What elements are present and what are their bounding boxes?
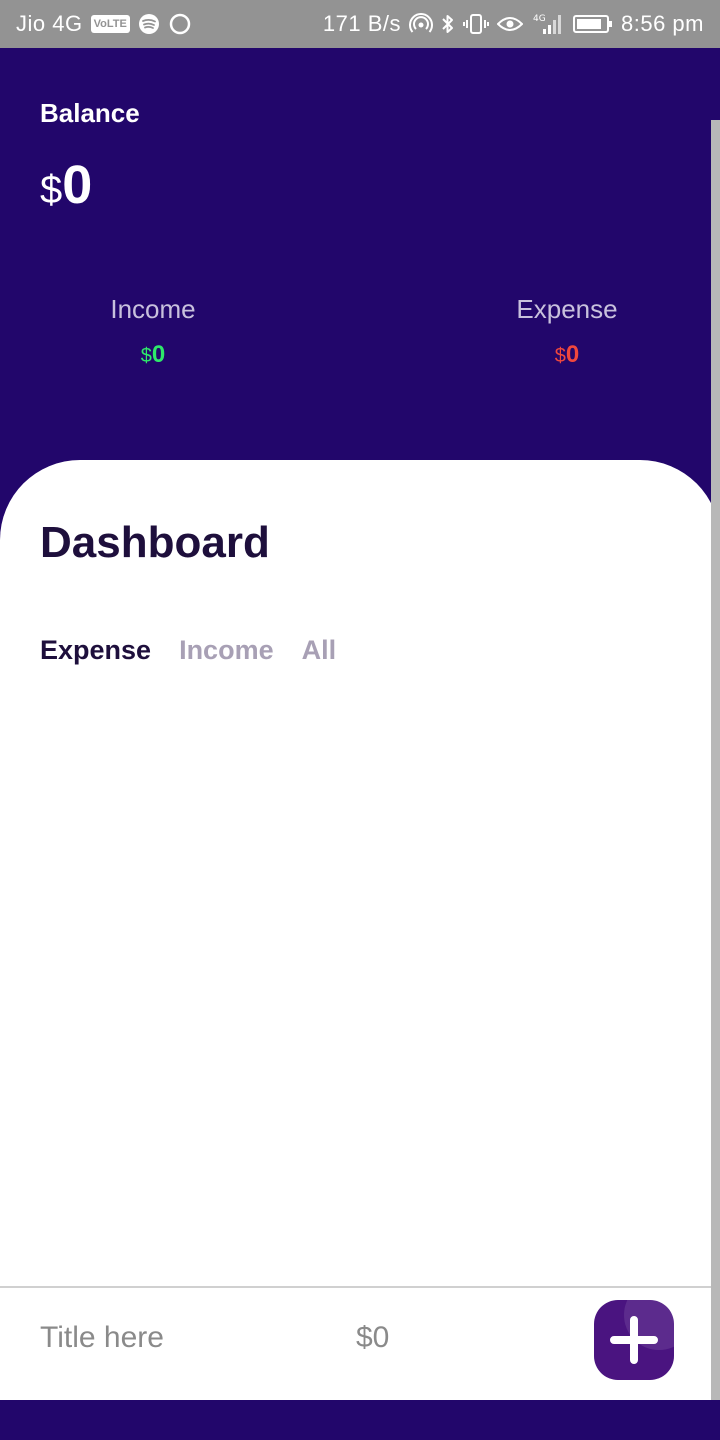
income-summary: Income $ 0: [53, 294, 253, 369]
status-left: Jio 4G VoLTE: [16, 11, 192, 37]
dashboard-title: Dashboard: [40, 518, 270, 567]
title-input[interactable]: [40, 1316, 320, 1360]
status-time: 8:56 pm: [621, 11, 704, 36]
tab-expense[interactable]: Expense: [40, 635, 151, 666]
tab-all[interactable]: All: [302, 635, 337, 666]
entry-row: [0, 1288, 720, 1400]
bluetooth-icon: [441, 13, 455, 35]
scrollbar[interactable]: [711, 120, 720, 1400]
carrier-label: Jio 4G: [16, 11, 83, 36]
signal-icon: 4G: [531, 12, 565, 36]
income-value: 0: [151, 341, 166, 368]
vibrate-icon: [463, 13, 489, 35]
balance-value: 0: [62, 155, 93, 215]
loading-circle-icon: [168, 12, 192, 36]
balance-currency: $: [40, 168, 63, 212]
balance-header: Balance $ 0 Income $ 0 Expense $ 0: [0, 48, 720, 478]
eye-icon: [497, 14, 523, 34]
filter-tabs: Expense Income All: [40, 635, 336, 666]
expense-amount: $ 0: [555, 341, 579, 369]
bottom-bar: [0, 1400, 720, 1440]
expense-currency: $: [554, 345, 566, 367]
hotspot-icon: [409, 13, 433, 35]
volte-badge: VoLTE: [90, 15, 130, 33]
plus-icon: [608, 1314, 660, 1366]
network-type: 4G: [533, 14, 546, 24]
expense-value: 0: [565, 341, 580, 368]
income-label: Income: [110, 294, 196, 324]
amount-input[interactable]: [356, 1316, 516, 1360]
battery-icon: [573, 13, 613, 35]
tab-income[interactable]: Income: [179, 635, 274, 666]
balance-amount: $ 0: [40, 154, 92, 216]
expense-summary: Expense $ 0: [467, 294, 667, 369]
status-bar: Jio 4G VoLTE 171 B/s 4G 8:56 pm: [0, 0, 720, 48]
income-amount: $ 0: [141, 341, 165, 369]
expense-label: Expense: [516, 294, 618, 324]
net-speed: 171 B/s: [322, 11, 401, 36]
balance-label: Balance: [40, 98, 140, 128]
add-button[interactable]: [594, 1300, 674, 1380]
status-right: 171 B/s 4G 8:56 pm: [323, 11, 704, 37]
spotify-icon: [138, 13, 160, 35]
income-currency: $: [140, 345, 152, 367]
dashboard-card: Dashboard Expense Income All: [0, 460, 720, 1400]
